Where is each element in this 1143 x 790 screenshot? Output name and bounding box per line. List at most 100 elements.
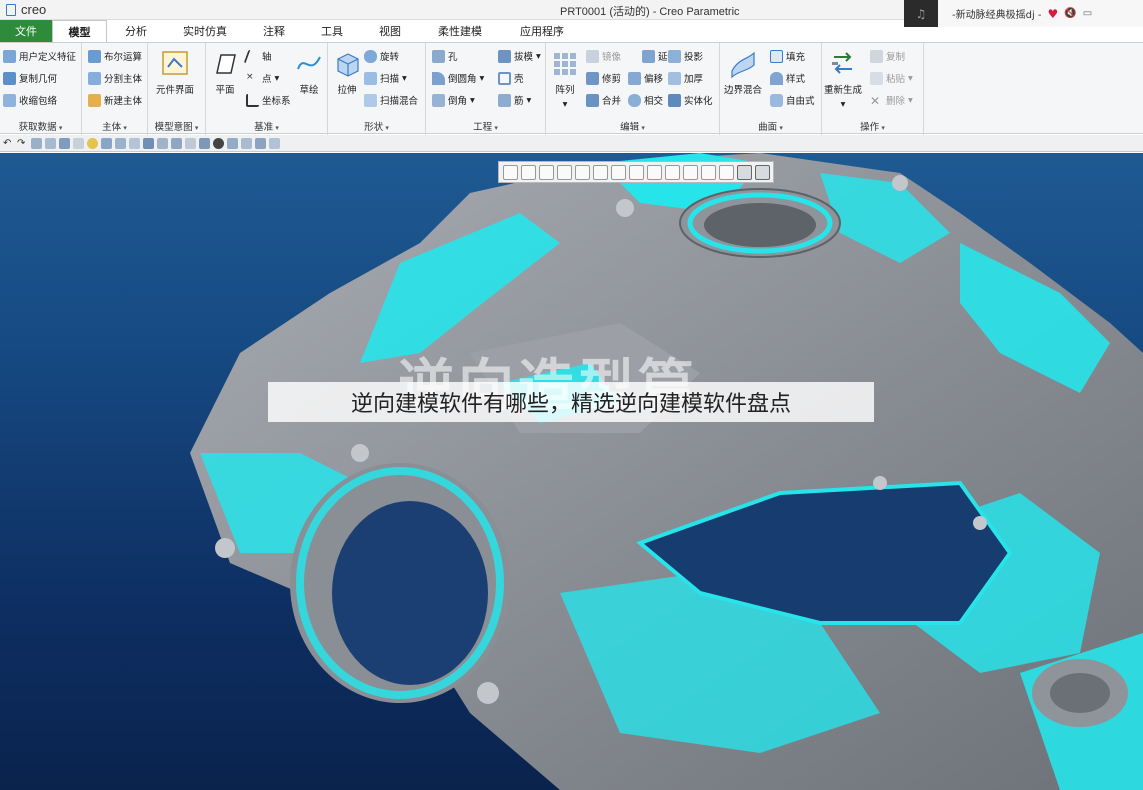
component-interface-button[interactable]: 元件界面 xyxy=(156,49,194,96)
udf-button[interactable]: 用户定义特征 xyxy=(3,47,76,65)
round-dropdown-icon[interactable]: ▾ xyxy=(480,73,485,84)
tab-annotate[interactable]: 注释 xyxy=(245,20,303,42)
round-button[interactable]: 倒圆角 ▾ xyxy=(432,69,484,87)
rib-button[interactable]: 筋 ▾ xyxy=(498,91,531,109)
chamfer-button[interactable]: 倒角 ▾ xyxy=(432,91,475,109)
style-button[interactable]: 样式 xyxy=(770,69,805,87)
pattern-dropdown-icon[interactable]: ▾ xyxy=(563,99,568,110)
group-label-shapes[interactable]: 形状 xyxy=(328,119,425,133)
tab-tools[interactable]: 工具 xyxy=(303,20,361,42)
point-display-icon[interactable] xyxy=(683,164,698,180)
offset-button[interactable]: 偏移 xyxy=(628,69,663,87)
tab-file[interactable]: 文件 xyxy=(0,20,52,42)
delete-dropdown-icon[interactable]: ▾ xyxy=(908,95,913,106)
rib-dropdown-icon[interactable]: ▾ xyxy=(527,95,532,106)
saved-view-icon[interactable] xyxy=(143,137,154,149)
measure-icon[interactable] xyxy=(199,137,210,149)
sketch-button[interactable]: 草绘 xyxy=(294,49,324,96)
csys-display-icon[interactable] xyxy=(701,164,716,180)
copy-geometry-button[interactable]: 复制几何 xyxy=(3,69,57,87)
redo-icon[interactable]: ↷ xyxy=(17,138,28,149)
boundary-blend-button[interactable]: 边界混合 xyxy=(724,49,762,96)
sweep-button[interactable]: 扫描 ▾ xyxy=(364,69,407,87)
customize-icon[interactable] xyxy=(269,137,280,149)
tab-applications[interactable]: 应用程序 xyxy=(501,20,583,42)
annotation-display-icon[interactable] xyxy=(129,137,140,149)
paste-dropdown-icon[interactable]: ▾ xyxy=(908,73,913,84)
tab-analysis[interactable]: 分析 xyxy=(107,20,165,42)
perspective-icon[interactable] xyxy=(157,137,168,149)
shell-button[interactable]: 壳 xyxy=(498,69,524,87)
annotation-view-icon[interactable] xyxy=(737,164,752,180)
volume-mute-icon[interactable]: 🔇 xyxy=(1064,8,1076,19)
split-body-button[interactable]: 分割主体 xyxy=(88,69,142,87)
solidify-button[interactable]: 实体化 xyxy=(668,91,713,109)
tab-live-simulation[interactable]: 实时仿真 xyxy=(165,20,245,42)
window-icon[interactable] xyxy=(73,137,84,149)
intersect-button[interactable]: 相交 xyxy=(628,91,663,109)
cad-model[interactable] xyxy=(0,153,1143,790)
tab-model[interactable]: 模型 xyxy=(52,20,107,42)
group-label-operations[interactable]: 操作 xyxy=(822,119,923,133)
heart-icon[interactable]: ♥ xyxy=(1048,7,1059,21)
undo-icon[interactable]: ↶ xyxy=(3,138,14,149)
layer-icon[interactable] xyxy=(185,137,196,149)
shrinkwrap-button[interactable]: 收缩包络 xyxy=(3,91,57,109)
saved-orientations-icon[interactable] xyxy=(593,164,608,180)
boolean-button[interactable]: 布尔运算 xyxy=(88,47,142,65)
section-view-icon[interactable] xyxy=(755,164,770,180)
display-style-view-icon[interactable] xyxy=(575,164,590,180)
select-icon[interactable] xyxy=(31,137,42,149)
draft-dropdown-icon[interactable]: ▾ xyxy=(536,51,541,62)
tab-view[interactable]: 视图 xyxy=(361,20,419,42)
regenerate-dropdown-icon[interactable]: ▾ xyxy=(841,99,846,110)
zoom-out-icon[interactable] xyxy=(539,164,554,180)
repaint-icon[interactable] xyxy=(59,137,70,149)
group-label-datum[interactable]: 基准 xyxy=(206,119,327,133)
thicken-button[interactable]: 加厚 xyxy=(668,69,703,87)
paste-button[interactable]: 粘贴 ▾ xyxy=(870,69,913,87)
group-label-get-data[interactable]: 获取数据 xyxy=(0,119,81,133)
datum-display-icon[interactable] xyxy=(101,137,112,149)
refit-view-icon[interactable] xyxy=(503,164,518,180)
revolve-button[interactable]: 旋转 xyxy=(364,47,399,65)
mirror-button[interactable]: 镜像 xyxy=(586,47,621,65)
graphics-viewport[interactable]: 逆向造型篇 逆向建模软件有哪些，精选逆向建模软件盘点 xyxy=(0,153,1143,790)
fill-button[interactable]: 填充 xyxy=(770,47,805,65)
copy-button[interactable]: 复制 xyxy=(870,47,905,65)
refit-icon[interactable] xyxy=(255,137,266,149)
zoom-icon[interactable] xyxy=(241,137,252,149)
merge-button[interactable]: 合并 xyxy=(586,91,621,109)
extrude-button[interactable]: 拉伸 xyxy=(332,49,362,96)
axis-display-icon[interactable] xyxy=(665,164,680,180)
orientation-icon[interactable] xyxy=(227,137,238,149)
appearance-icon[interactable] xyxy=(87,137,98,149)
group-label-model-intent[interactable]: 模型意图 xyxy=(148,119,205,133)
swept-blend-button[interactable]: 扫描混合 xyxy=(364,91,418,109)
chamfer-dropdown-icon[interactable]: ▾ xyxy=(470,95,475,106)
plane-display-icon[interactable] xyxy=(647,164,662,180)
minimize-window-icon[interactable]: ▭ xyxy=(1083,8,1092,19)
axis-button[interactable]: 轴 xyxy=(243,47,272,65)
delete-button[interactable]: ✕ 删除 ▾ xyxy=(870,91,913,109)
regenerate-button[interactable]: 重新生成 ▾ xyxy=(824,49,862,110)
display-style-icon[interactable] xyxy=(213,137,224,149)
zoom-in-icon[interactable] xyxy=(521,164,536,180)
trim-button[interactable]: 修剪 xyxy=(586,69,621,87)
project-button[interactable]: 投影 xyxy=(668,47,703,65)
csys-button[interactable]: 坐标系 xyxy=(246,91,291,109)
point-dropdown-icon[interactable]: ▾ xyxy=(275,73,280,84)
perspective-view-icon[interactable] xyxy=(629,164,644,180)
new-body-button[interactable]: 新建主体 xyxy=(88,91,142,109)
plane-button[interactable]: 平面 xyxy=(210,49,240,96)
draft-button[interactable]: 拔模 ▾ xyxy=(498,47,541,65)
music-note-icon[interactable]: ♫ xyxy=(904,7,938,21)
hole-button[interactable]: 孔 xyxy=(432,47,458,65)
repaint-view-icon[interactable] xyxy=(557,164,572,180)
group-label-editing[interactable]: 编辑 xyxy=(546,119,719,133)
spin-center-view-icon[interactable] xyxy=(719,164,734,180)
group-label-engineering[interactable]: 工程 xyxy=(426,119,545,133)
group-label-surfaces[interactable]: 曲面 xyxy=(720,119,821,133)
group-label-body[interactable]: 主体 xyxy=(82,119,147,133)
tab-flexible-modeling[interactable]: 柔性建模 xyxy=(419,20,501,42)
